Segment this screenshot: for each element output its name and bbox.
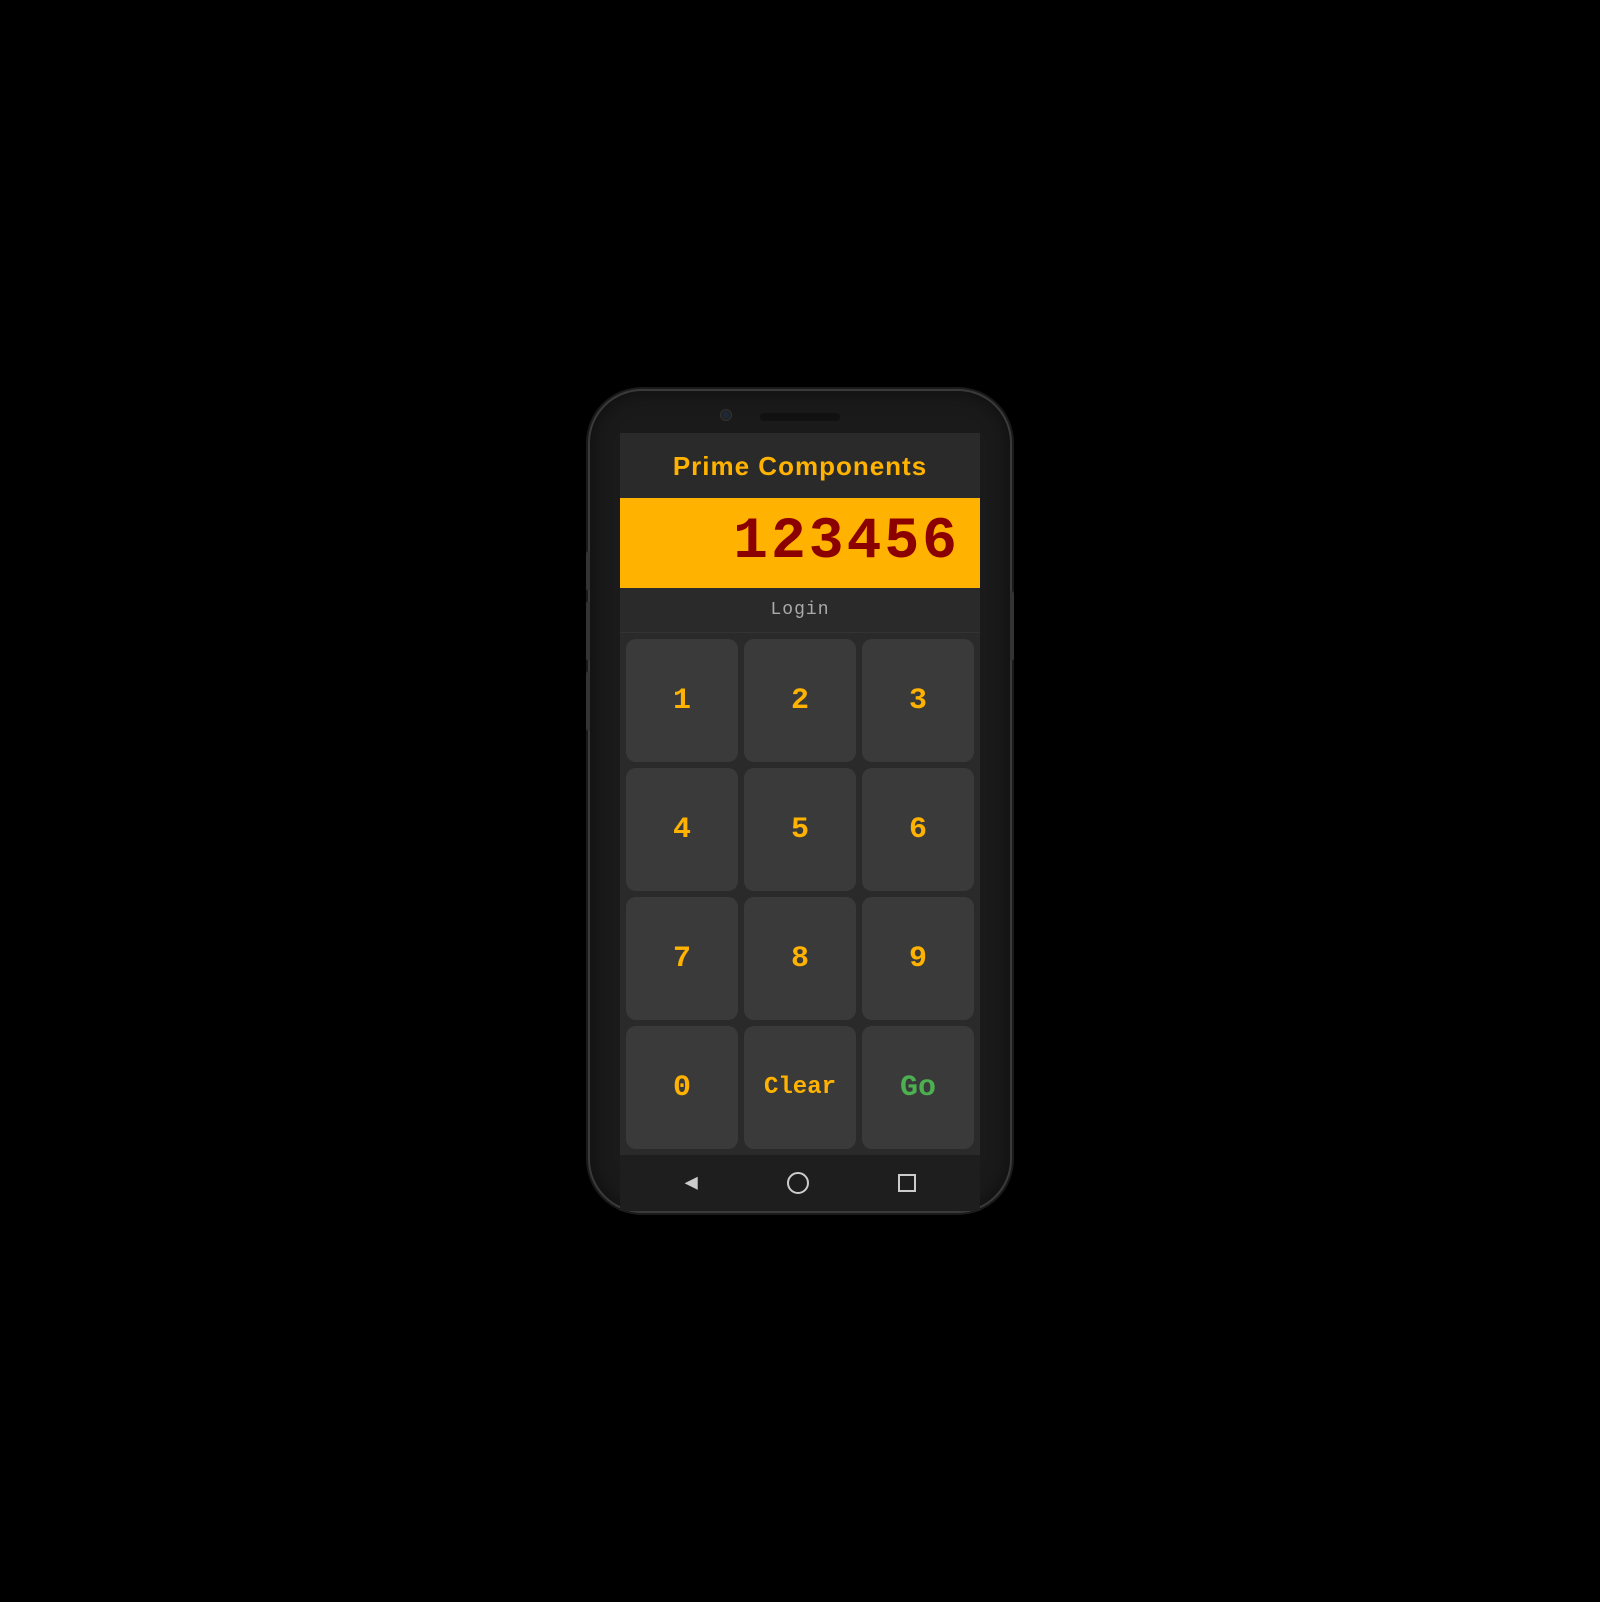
login-label: Login [620,588,980,633]
key-7[interactable]: 7 [626,897,738,1020]
key-5[interactable]: 5 [744,768,856,891]
keypad: 1 2 3 4 5 6 7 8 9 0 Clear Go [620,633,980,1155]
navigation-bar: ◀ [620,1155,980,1211]
phone-screen: Prime Components 123456 Login 1 2 3 4 5 … [620,433,980,1211]
phone-device: Prime Components 123456 Login 1 2 3 4 5 … [590,391,1010,1211]
volume-up-button [586,601,590,661]
volume-down-button [586,671,590,731]
key-6[interactable]: 6 [862,768,974,891]
home-button[interactable] [787,1172,809,1194]
key-9[interactable]: 9 [862,897,974,1020]
key-2[interactable]: 2 [744,639,856,762]
phone-speaker [760,413,840,421]
back-button[interactable]: ◀ [684,1170,697,1196]
key-4[interactable]: 4 [626,768,738,891]
power-button [1010,591,1014,661]
key-3[interactable]: 3 [862,639,974,762]
app-title: Prime Components [620,433,980,498]
volume-silent-button [586,551,590,591]
go-button[interactable]: Go [862,1026,974,1149]
display-area: 123456 [620,498,980,588]
key-8[interactable]: 8 [744,897,856,1020]
recents-button[interactable] [898,1174,916,1192]
key-0[interactable]: 0 [626,1026,738,1149]
phone-camera [720,409,732,421]
display-value: 123456 [640,514,960,572]
clear-button[interactable]: Clear [744,1026,856,1149]
key-1[interactable]: 1 [626,639,738,762]
